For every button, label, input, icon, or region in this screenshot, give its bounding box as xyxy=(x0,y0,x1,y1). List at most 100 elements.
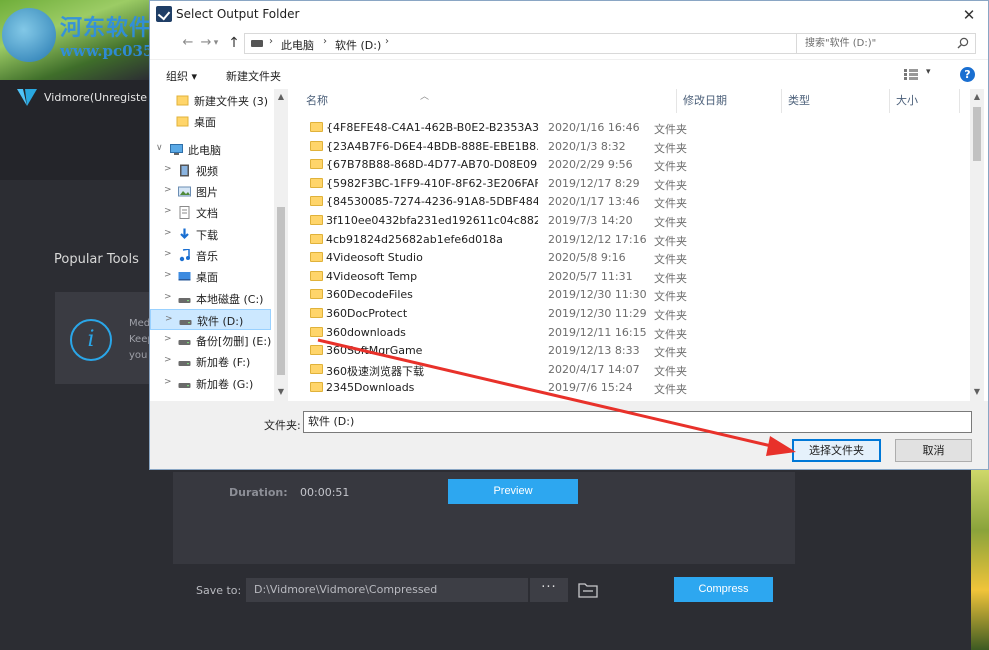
expand-chevron-right-icon[interactable]: > xyxy=(164,334,172,344)
view-options-icon[interactable] xyxy=(904,69,918,80)
file-list-row[interactable]: 360DecodeFiles 2019/12/30 11:30 文件夹 xyxy=(304,285,944,304)
desktop-icon xyxy=(178,270,191,283)
expand-chevron-right-icon[interactable]: > xyxy=(164,185,172,195)
save-to-path-field[interactable]: D:\Vidmore\Vidmore\Compressed xyxy=(246,578,528,602)
compress-button[interactable]: Compress xyxy=(674,577,773,602)
browse-button[interactable]: ··· xyxy=(530,578,568,602)
up-arrow-icon[interactable]: ↑ xyxy=(226,34,242,52)
dialog-app-icon xyxy=(156,6,172,22)
search-input[interactable]: 搜索"软件 (D:)" xyxy=(796,33,976,54)
file-list-row[interactable]: {23A4B7F6-D6E4-4BDB-888E-EBE1B8... 2020/1… xyxy=(304,137,944,156)
folder-icon xyxy=(310,363,323,374)
expand-chevron-right-icon[interactable]: > xyxy=(164,206,172,216)
file-type: 文件夹 xyxy=(654,216,687,229)
file-list-row[interactable]: 4cb91824d25682ab1efe6d018a 2019/12/12 17:… xyxy=(304,230,944,249)
nav-tree-item[interactable]: > 备份[勿删] (E:) xyxy=(150,330,271,351)
file-list-scrollbar[interactable]: ▲ ▼ xyxy=(970,89,984,401)
file-list-row[interactable]: {84530085-7274-4236-91A8-5DBF484... 2020/… xyxy=(304,192,944,211)
file-list-row[interactable]: {4F8EFE48-C4A1-462B-B0E2-B2353A3... 2020/… xyxy=(304,118,944,137)
scroll-up-arrow-icon[interactable]: ▲ xyxy=(276,92,286,102)
expand-chevron-right-icon[interactable]: > xyxy=(164,355,172,365)
nav-tree-item[interactable]: 桌面 xyxy=(150,111,271,132)
expand-chevron-right-icon[interactable]: > xyxy=(164,228,172,238)
file-date: 2020/1/3 8:32 xyxy=(548,139,626,153)
nav-tree-item-label: 桌面 xyxy=(196,271,218,284)
file-list-row[interactable]: {5982F3BC-1FF9-410F-8F62-3E206FAF... 2019… xyxy=(304,174,944,193)
nav-tree-item-label: 软件 (D:) xyxy=(197,315,244,328)
breadcrumb-chevron-icon[interactable]: › xyxy=(269,36,273,47)
scroll-down-arrow-icon[interactable]: ▼ xyxy=(972,387,982,397)
nav-tree-item[interactable]: > 音乐 xyxy=(150,245,271,266)
folder-icon xyxy=(310,382,323,393)
file-type: 文件夹 xyxy=(654,290,687,304)
file-type: 文件夹 xyxy=(654,160,687,174)
expand-chevron-down-icon[interactable]: ∨ xyxy=(156,143,163,153)
scroll-down-arrow-icon[interactable]: ▼ xyxy=(276,387,286,397)
file-list-row[interactable]: 3f110ee0432bfa231ed192611c04c882 2019/7/3… xyxy=(304,211,944,230)
nav-tree-item[interactable]: ∨ 此电脑 xyxy=(150,139,271,160)
vidmore-logo-icon xyxy=(17,89,37,106)
organize-button[interactable]: 组织 ▾ xyxy=(166,68,197,84)
file-list-row[interactable]: 4Videosoft Temp 2020/5/7 11:31 文件夹 xyxy=(304,267,944,286)
nav-tree-item[interactable]: > 本地磁盘 (C:) xyxy=(150,288,271,309)
nav-tree-item[interactable]: > 视频 xyxy=(150,160,271,181)
scrollbar-thumb[interactable] xyxy=(973,107,981,161)
file-list-row[interactable]: 360SoftMgrGame 2019/12/13 8:33 文件夹 xyxy=(304,341,944,360)
folder-icon xyxy=(310,122,323,132)
navigation-pane-scrollbar[interactable]: ▲ ▼ xyxy=(274,89,288,401)
expand-chevron-right-icon[interactable]: > xyxy=(164,249,172,259)
folder-name-input[interactable]: 软件 (D:) xyxy=(303,411,972,433)
nav-tree-item[interactable]: > 图片 xyxy=(150,181,271,202)
expand-chevron-right-icon[interactable]: > xyxy=(164,377,172,387)
tool-card-media-metadata[interactable]: i Med Keep you xyxy=(55,292,149,384)
file-list-row[interactable]: 360极速浏览器下载 2020/4/17 14:07 文件夹 xyxy=(304,360,944,379)
back-arrow-icon[interactable]: ← xyxy=(180,34,196,52)
nav-tree-item[interactable]: > 软件 (D:) xyxy=(150,309,271,330)
new-folder-button[interactable]: 新建文件夹 xyxy=(226,68,281,84)
column-header-date[interactable]: 修改日期 xyxy=(676,89,782,113)
file-list-row[interactable]: 2345Downloads 2019/7/6 15:24 文件夹 xyxy=(304,378,944,397)
column-header-name[interactable]: 名称 ︿ xyxy=(300,89,526,113)
file-date: 2020/4/17 14:07 xyxy=(548,362,640,376)
open-folder-icon[interactable] xyxy=(578,581,598,598)
scroll-up-arrow-icon[interactable]: ▲ xyxy=(972,92,982,102)
nav-tree-item-label: 视频 xyxy=(196,165,218,178)
select-folder-button[interactable]: 选择文件夹 xyxy=(792,439,881,462)
file-date: 2019/7/6 15:24 xyxy=(548,381,633,395)
recent-locations-chevron-icon[interactable]: ▾ xyxy=(208,34,224,52)
nav-tree-item[interactable]: > 下载 xyxy=(150,224,271,245)
file-list-row[interactable]: 360DocProtect 2019/12/30 11:29 文件夹 xyxy=(304,304,944,323)
file-list-row[interactable]: 4Videosoft Studio 2020/5/8 9:16 文件夹 xyxy=(304,248,944,267)
file-list-row[interactable]: 360downloads 2019/12/11 16:15 文件夹 xyxy=(304,323,944,342)
nav-tree-item[interactable]: 新建文件夹 (3) xyxy=(150,90,271,111)
folder-icon xyxy=(310,140,323,151)
nav-tree-item[interactable]: > 新加卷 (G:) xyxy=(150,373,271,394)
expand-chevron-right-icon[interactable]: > xyxy=(164,292,172,302)
search-icon[interactable] xyxy=(957,37,969,49)
nav-tree-item[interactable]: > 文档 xyxy=(150,202,271,223)
close-icon[interactable]: ✕ xyxy=(958,4,980,26)
command-toolbar: 组织 ▾ 新建文件夹 ▾ ? xyxy=(150,59,988,89)
file-name: 360SoftMgrGame xyxy=(326,344,423,358)
expand-chevron-right-icon[interactable]: > xyxy=(165,314,173,324)
file-name: 4cb91824d25682ab1efe6d018a xyxy=(326,232,503,246)
file-list-row[interactable]: {67B78B88-868D-4D77-AB70-D08E09... 2020/2… xyxy=(304,155,944,174)
nav-tree-item[interactable]: > 新加卷 (F:) xyxy=(150,351,271,372)
expand-chevron-right-icon[interactable]: > xyxy=(164,164,172,174)
breadcrumb-chevron-icon[interactable]: › xyxy=(323,36,327,47)
drive-icon xyxy=(178,355,191,368)
column-header-type[interactable]: 类型 xyxy=(782,89,890,113)
breadcrumb-drive-d[interactable]: 软件 (D:) xyxy=(335,37,381,53)
breadcrumb-chevron-icon[interactable]: › xyxy=(385,36,389,47)
scrollbar-thumb[interactable] xyxy=(277,207,285,375)
expand-chevron-right-icon[interactable]: > xyxy=(164,270,172,280)
nav-tree-item[interactable]: > 桌面 xyxy=(150,266,271,287)
file-type: 文件夹 xyxy=(654,141,687,155)
view-dropdown-chevron-icon[interactable]: ▾ xyxy=(926,67,931,77)
cancel-button[interactable]: 取消 xyxy=(895,439,972,462)
preview-button[interactable]: Preview xyxy=(448,479,578,504)
help-icon[interactable]: ? xyxy=(960,67,975,82)
column-header-size[interactable]: 大小 xyxy=(890,89,960,113)
file-name: 4Videosoft Studio xyxy=(326,251,423,265)
breadcrumb-this-pc[interactable]: 此电脑 xyxy=(281,37,314,53)
